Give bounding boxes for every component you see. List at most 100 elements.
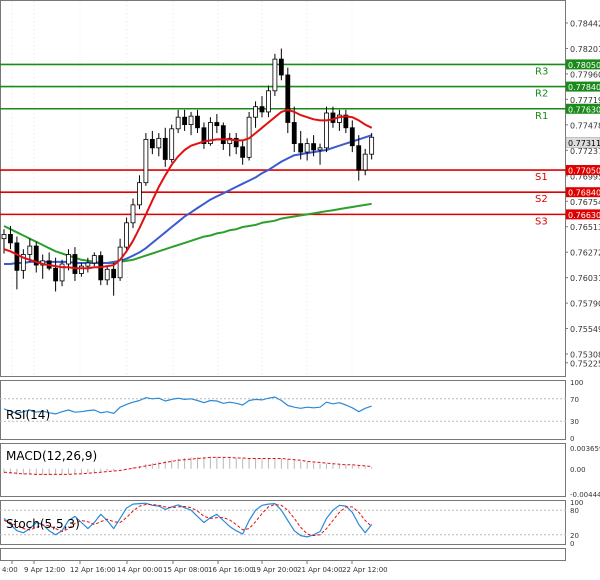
candle-body-bear (8, 234, 13, 244)
candle-body-bear (182, 116, 188, 126)
macd-panel: MACD(12,26,9) 0.003659 0.00 -0.004448 (0, 443, 600, 499)
level-tag-label: 0.77840 (568, 83, 600, 92)
ma-mid-line (4, 134, 373, 265)
candle-body-bull (104, 268, 110, 281)
price-tick-label: 0.77478 (570, 121, 600, 130)
stoch-axis: 10080 200 (570, 499, 583, 548)
candle-body-bull (27, 245, 33, 255)
price-tick-label: 0.75225 (570, 359, 600, 368)
time-tick-label: 21 Apr 04:00 (297, 566, 343, 574)
support-resistance-levels (0, 63, 566, 216)
level-name-s2: S2 (535, 194, 548, 205)
moving-average-slow (3, 202, 372, 264)
time-tick-label: 9 Apr 12:00 (24, 566, 65, 574)
candle-body-bull (175, 116, 181, 130)
time-tick-label: 14 Apr 00:00 (117, 566, 163, 574)
level-tag-label: 0.77630 (568, 105, 600, 114)
macd-tick-label: -0.004448 (570, 491, 600, 499)
candle-body-bear (298, 143, 304, 153)
rsi-panel-frame (0, 380, 566, 440)
stoch-panel-frame (0, 500, 566, 545)
moving-average-mid (4, 134, 373, 265)
rsi-tick-label: 70 (570, 396, 579, 404)
price-tick-label: 0.76513 (570, 223, 600, 232)
time-tick-label: 4:00 (2, 566, 18, 574)
candle-body-bull (137, 182, 142, 206)
candle-body-bear (53, 267, 58, 282)
candle-body-bull (143, 138, 149, 184)
candle-body-bear (311, 143, 317, 151)
rsi-line (3, 396, 372, 415)
candle-body-bear (149, 138, 155, 149)
moving-average-fast (3, 108, 373, 270)
candle-body-bull (130, 204, 136, 224)
rsi-axis: 100 70 30 0 (570, 379, 583, 443)
main-grid (11, 1, 353, 376)
rsi-tick-label: 30 (570, 418, 579, 426)
macd-tick-label: 0.00 (570, 466, 586, 474)
time-tick-label: 22 Apr 12:00 (342, 566, 388, 574)
level-name-r3: R3 (535, 66, 548, 77)
candle-body-bear (291, 122, 297, 145)
candle-body-bull (124, 222, 129, 248)
candle-body-bull (188, 115, 194, 126)
level-names: R3 R2 R1 S1 S2 S3 (535, 66, 548, 227)
candle-body-bull (272, 58, 278, 92)
price-tick-label: 0.75308 (570, 351, 600, 360)
candle-body-bull (304, 143, 310, 153)
rsi-series-line (3, 396, 372, 415)
candle-body-bear (259, 106, 265, 113)
price-tick-label: 0.75549 (570, 325, 600, 334)
candle-body-bear (356, 145, 362, 171)
ma-slow-line (3, 202, 372, 264)
time-tick-label: 16 Apr 16:00 (208, 566, 254, 574)
stoch-label: Stoch(5,5,3) (6, 517, 80, 531)
main-panel-frame (0, 0, 566, 377)
time-axis: 4:00 9 Apr 12:00 12 Apr 16:00 14 Apr 00:00 1… (2, 561, 388, 574)
chart-canvas: R3 R2 R1 S1 S2 S3 0.78442 0.78201 0.77960 0.7771… (0, 0, 600, 574)
current-price-tag: 0.77311 (565, 137, 600, 148)
candle-body-bull (317, 147, 323, 151)
candle-body-bull (324, 112, 329, 149)
candle-body-bear (14, 242, 20, 271)
time-tick-label: 12 Apr 16:00 (70, 566, 116, 574)
level-name-r2: R2 (535, 89, 548, 100)
time-tick-label: 15 Apr 08:00 (163, 566, 209, 574)
current-price-label: 0.77311 (568, 139, 600, 148)
candle-body-bull (169, 128, 175, 160)
candle-body-bear (285, 74, 291, 123)
candle-body-bear (220, 125, 226, 145)
candle-body-bull (266, 90, 271, 113)
level-tag-label: 0.77050 (568, 167, 600, 176)
price-tick-label: 0.76031 (570, 274, 600, 283)
macd-axis: 0.003659 0.00 -0.004448 (570, 445, 600, 499)
rsi-label: RSI(14) (6, 408, 50, 422)
price-tick-label: 0.77719 (570, 96, 600, 105)
macd-label: MACD(12,26,9) (6, 449, 97, 463)
main-panel: R3 R2 R1 S1 S2 S3 (0, 0, 566, 377)
price-tick-label: 0.78201 (570, 45, 600, 54)
time-tick-label: 19 Apr 20:00 (252, 566, 298, 574)
candle-body-bull (253, 106, 258, 118)
candle-body-bull (156, 137, 162, 149)
rsi-panel: RSI(14) 100 70 30 0 (0, 379, 583, 443)
price-tick-label: 0.78442 (570, 20, 600, 29)
candle-body-bear (330, 112, 336, 123)
candle-body-bull (66, 254, 71, 265)
level-tag-label: 0.76840 (568, 189, 600, 198)
level-tag-label: 0.78050 (568, 61, 600, 70)
level-tag-label: 0.76630 (568, 211, 600, 220)
candle-body-bull (1, 234, 7, 240)
macd-tick-label: 0.003659 (570, 445, 600, 453)
price-tick-label: 0.76272 (570, 249, 600, 258)
candle-body-bull (85, 262, 91, 267)
candle-body-bear (278, 58, 284, 76)
price-tick-label: 0.77237 (570, 147, 600, 156)
candle-body-bull (117, 246, 123, 279)
candle-body-bull (362, 153, 368, 171)
candle-body-bear (195, 115, 200, 129)
candle-body-bull (369, 136, 375, 155)
stoch-panel: Stoch(5,5,3) 10080 200 (0, 499, 583, 548)
rsi-tick-label: 100 (570, 379, 583, 387)
level-name-s3: S3 (535, 216, 548, 227)
